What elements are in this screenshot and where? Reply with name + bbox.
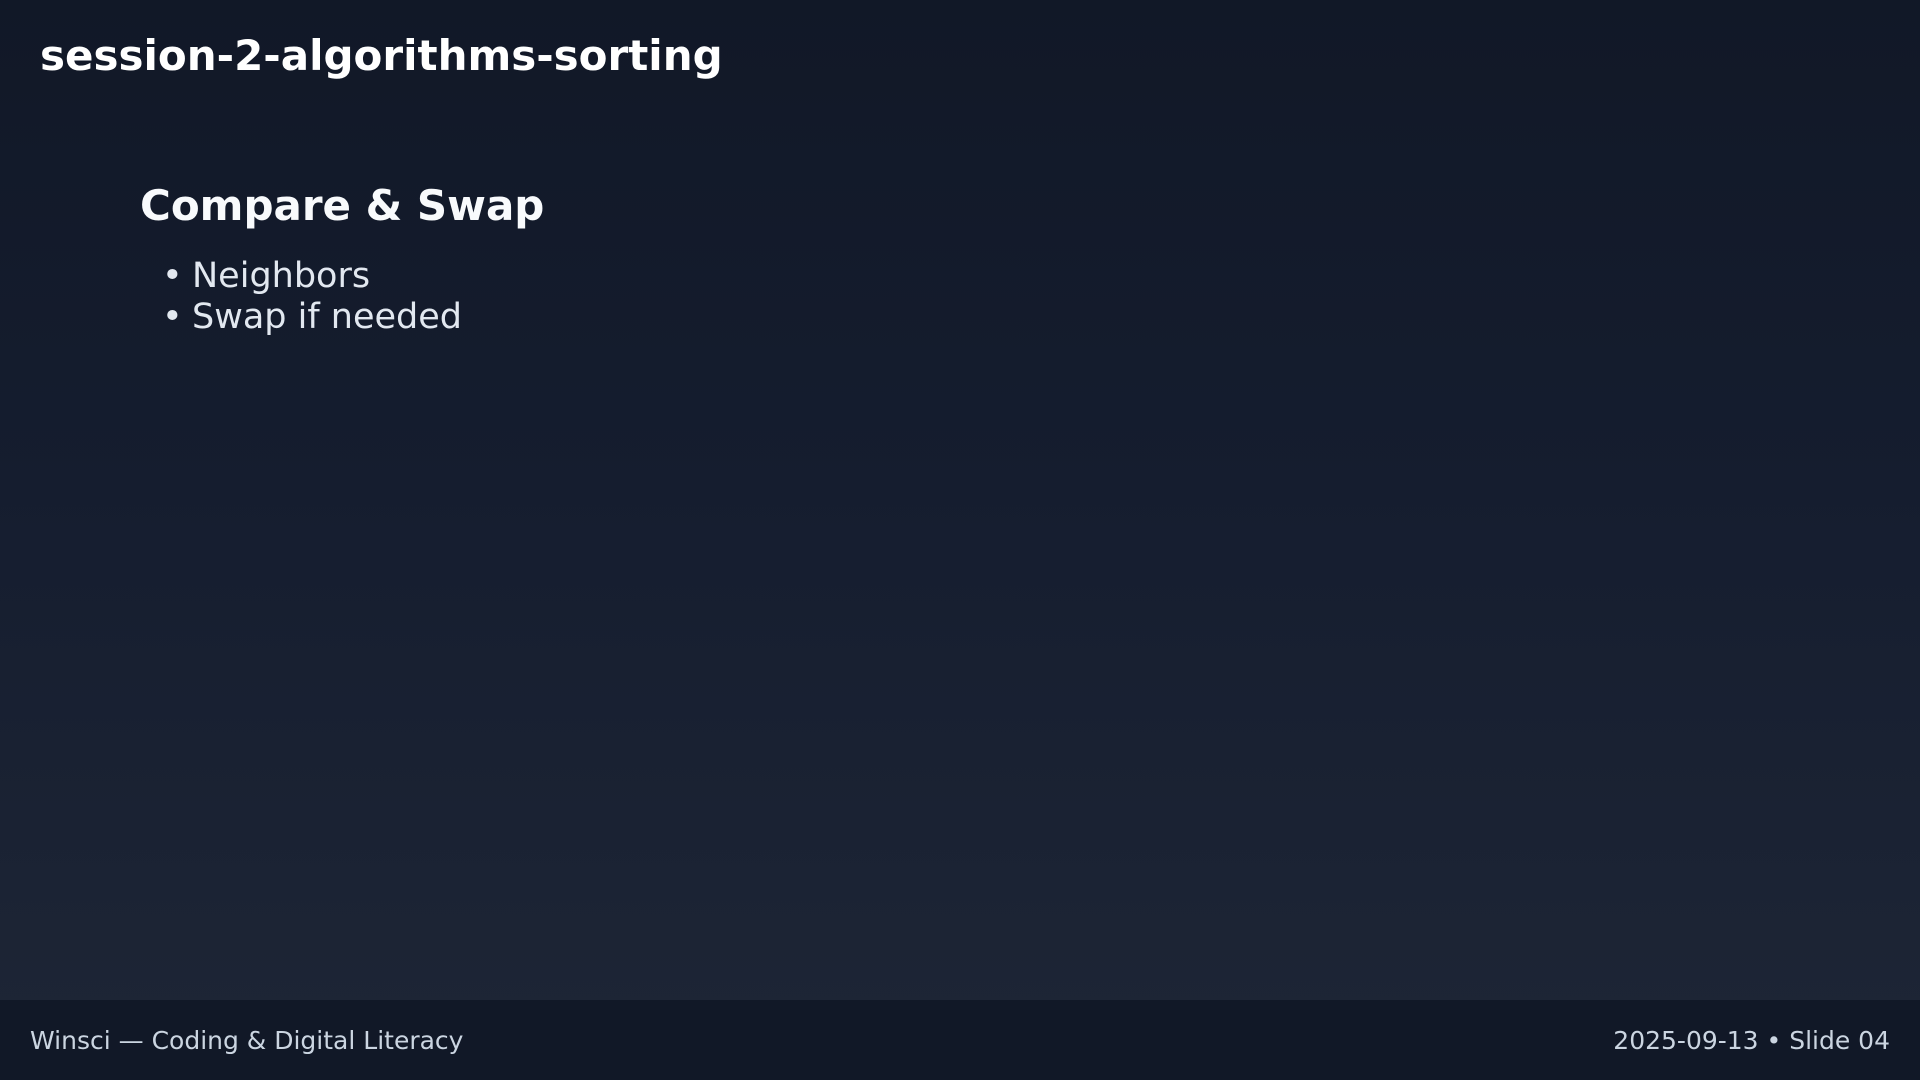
slide-content: Compare & Swap • Neighbors • Swap if nee… (140, 178, 1740, 338)
bullet-list: • Neighbors • Swap if needed (140, 256, 1740, 338)
slide-heading: Compare & Swap (140, 181, 545, 230)
bullet-item: • Neighbors (162, 256, 1740, 297)
deck-title: session-2-algorithms-sorting (40, 31, 723, 80)
bullet-marker: • (162, 256, 183, 296)
bullet-text: Swap if needed (192, 297, 463, 337)
footer-date-slide-number: 2025-09-13 • Slide 04 (1613, 1025, 1890, 1055)
bullet-marker: • (162, 297, 183, 337)
bullet-text: Neighbors (192, 256, 371, 296)
bullet-item: • Swap if needed (162, 297, 1740, 338)
footer-course-label: Winsci — Coding & Digital Literacy (30, 1025, 464, 1055)
slide-footer: Winsci — Coding & Digital Literacy 2025-… (0, 1000, 1920, 1080)
